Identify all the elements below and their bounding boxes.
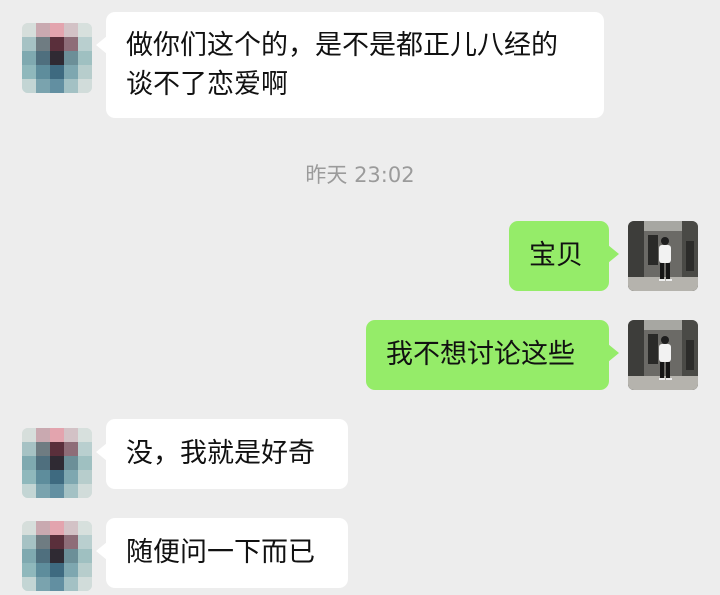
chat-area[interactable]: 做你们这个的，是不是都正儿八经的谈不了恋爱啊 昨天 23:02 宝贝 我不想讨论… xyxy=(0,0,720,595)
message-bubble[interactable]: 没，我就是好奇 xyxy=(96,419,348,489)
message-text: 宝贝 xyxy=(529,240,583,271)
message-bubble[interactable]: 宝贝 xyxy=(509,221,619,291)
message-text: 做你们这个的，是不是都正儿八经的谈不了恋爱啊 xyxy=(126,30,558,100)
message-text: 我不想讨论这些 xyxy=(386,339,575,370)
user-photo-avatar-icon[interactable] xyxy=(628,221,698,291)
message-bubble[interactable]: 做你们这个的，是不是都正儿八经的谈不了恋爱啊 xyxy=(96,12,604,118)
message-text: 随便问一下而已 xyxy=(126,537,315,568)
timestamp: 昨天 23:02 xyxy=(305,163,415,187)
message-bubble[interactable]: 随便问一下而已 xyxy=(96,518,348,588)
message-bubble[interactable]: 我不想讨论这些 xyxy=(366,320,619,390)
pixelated-avatar-icon[interactable] xyxy=(22,521,92,591)
message-text: 没，我就是好奇 xyxy=(126,438,315,469)
user-photo-avatar-icon[interactable] xyxy=(628,320,698,390)
pixelated-avatar-icon[interactable] xyxy=(22,23,92,93)
pixelated-avatar-icon[interactable] xyxy=(22,428,92,498)
